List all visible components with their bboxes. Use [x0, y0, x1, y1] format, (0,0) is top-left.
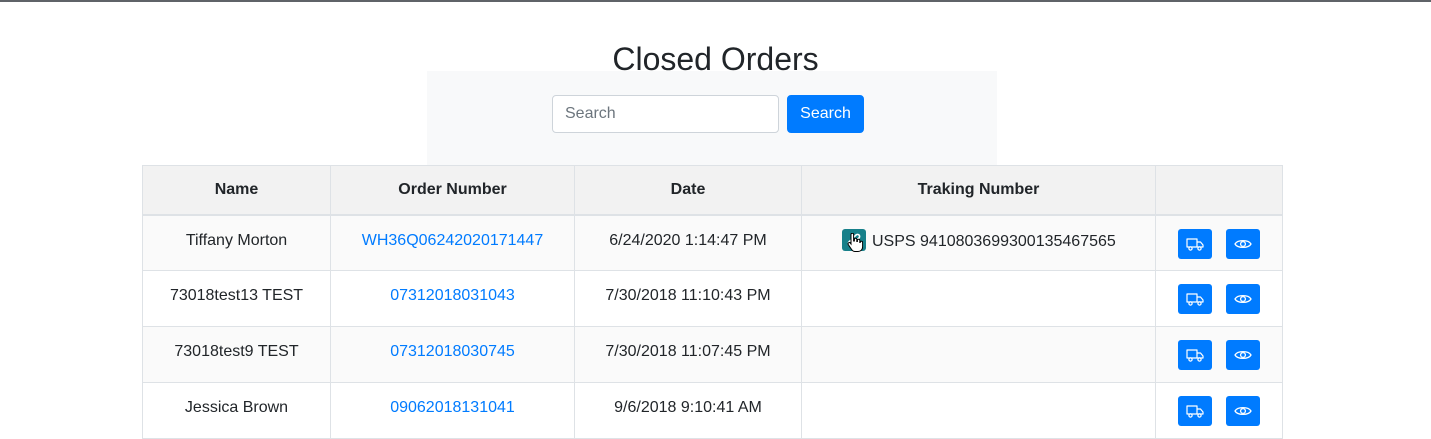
- column-header-order-number: Order Number: [330, 165, 575, 216]
- table-row: Jessica Brown 09062018131041 9/6/2018 9:…: [142, 382, 1283, 439]
- truck-icon: [1186, 237, 1204, 251]
- ship-button[interactable]: [1177, 228, 1212, 259]
- order-number-cell: 07312018030745: [330, 326, 575, 383]
- actions-cell: [1155, 214, 1283, 271]
- table-row: Tiffany Morton WH36Q06242020171447 6/24/…: [142, 214, 1283, 271]
- table-header-row: Name Order Number Date Traking Number: [142, 165, 1283, 216]
- truck-icon: [1186, 405, 1204, 418]
- ship-button[interactable]: [1177, 284, 1212, 314]
- column-header-actions: [1155, 165, 1283, 216]
- tracking-link-button[interactable]: [842, 228, 866, 252]
- tracking-cell: USPS 9410803699300135467565: [801, 214, 1156, 271]
- tracking-number: USPS 9410803699300135467565: [872, 232, 1116, 250]
- actions-cell: [1155, 382, 1283, 439]
- customer-name: 73018test13 TEST: [142, 270, 331, 327]
- truck-icon: [1186, 293, 1204, 306]
- search-button[interactable]: Search: [787, 95, 864, 133]
- order-number-link[interactable]: 09062018131041: [390, 399, 515, 416]
- order-number-link[interactable]: 07312018031043: [390, 287, 515, 304]
- view-button[interactable]: [1226, 396, 1261, 426]
- customer-name: 73018test9 TEST: [142, 326, 331, 383]
- order-date: 9/6/2018 9:10:41 AM: [574, 382, 802, 439]
- view-button[interactable]: [1226, 340, 1261, 370]
- table-row: 73018test9 TEST 07312018030745 7/30/2018…: [142, 326, 1283, 383]
- tracking-cell: [801, 326, 1156, 383]
- eye-icon: [1234, 350, 1252, 360]
- actions-cell: [1155, 326, 1283, 383]
- order-number-cell: WH36Q06242020171447: [330, 214, 575, 271]
- search-input[interactable]: [552, 95, 779, 133]
- order-number-link[interactable]: 07312018030745: [390, 343, 515, 360]
- hand-pointer-icon: [847, 232, 863, 252]
- search-panel: Search: [427, 71, 997, 166]
- order-number-cell: 07312018031043: [330, 270, 575, 327]
- table-row: 73018test13 TEST 07312018031043 7/30/201…: [142, 270, 1283, 327]
- customer-name: Tiffany Morton: [142, 214, 331, 271]
- order-number-cell: 09062018131041: [330, 382, 575, 439]
- tracking-cell: [801, 382, 1156, 439]
- eye-icon: [1234, 406, 1252, 416]
- order-number-link[interactable]: WH36Q06242020171447: [362, 232, 543, 249]
- column-header-tracking-number: Traking Number: [801, 165, 1156, 216]
- ship-button[interactable]: [1177, 396, 1212, 426]
- customer-name: Jessica Brown: [142, 382, 331, 439]
- order-date: 7/30/2018 11:10:43 PM: [574, 270, 802, 327]
- column-header-name: Name: [142, 165, 331, 216]
- column-header-date: Date: [574, 165, 802, 216]
- order-date: 7/30/2018 11:07:45 PM: [574, 326, 802, 383]
- eye-icon: [1234, 294, 1252, 304]
- closed-orders-table: Name Order Number Date Traking Number Ti…: [142, 165, 1283, 439]
- ship-button[interactable]: [1177, 340, 1212, 370]
- actions-cell: [1155, 270, 1283, 327]
- view-button[interactable]: [1226, 284, 1261, 314]
- truck-icon: [1186, 349, 1204, 362]
- view-button[interactable]: [1226, 228, 1261, 259]
- tracking-cell: [801, 270, 1156, 327]
- eye-icon: [1234, 239, 1252, 248]
- order-date: 6/24/2020 1:14:47 PM: [574, 214, 802, 271]
